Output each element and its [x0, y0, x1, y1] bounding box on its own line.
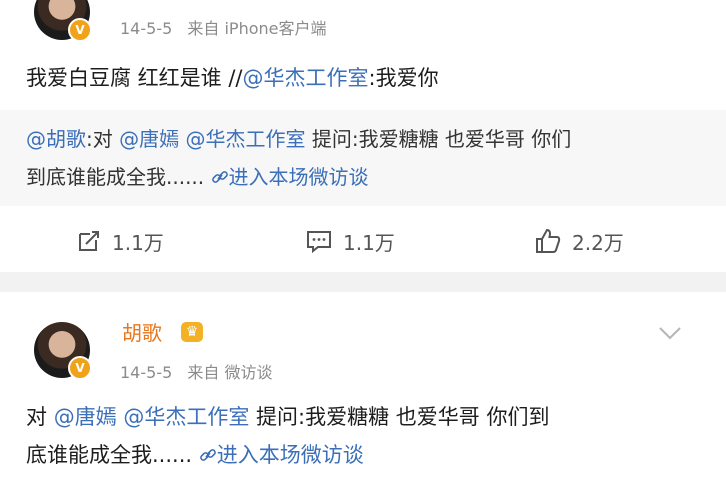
quoted-text-line-1: @胡歌:对 @唐嫣 @华杰工作室 提问:我爱糖糖 也爱华哥 你们 — [26, 120, 571, 158]
avatar[interactable]: V — [34, 0, 92, 42]
post-card-1: V 14-5-5 来自 iPhone客户端 我爱白豆腐 红红是谁 //@华杰工作… — [0, 0, 726, 272]
source: iPhone客户端 — [224, 19, 327, 38]
post-meta: 14-5-5 来自 微访谈 — [120, 359, 272, 383]
quoted-text-part: :对 — [86, 127, 120, 151]
mention-link[interactable]: @胡歌 — [26, 127, 86, 151]
link-icon — [211, 171, 228, 183]
like-button[interactable]: 2.2万 — [534, 225, 624, 257]
post-card-2: V 胡歌 ♛ 14-5-5 来自 微访谈 对 @唐嫣 @华杰工作室 提问:我爱糖… — [0, 292, 726, 494]
verified-badge-icon: V — [68, 356, 92, 380]
interview-link-label: 进入本场微访谈 — [216, 443, 364, 467]
timestamp: 14-5-5 — [120, 19, 173, 38]
post-text-part: 提问:我爱糖糖 也爱华哥 你们到 — [249, 405, 550, 429]
source-prefix: 来自 — [187, 363, 220, 382]
post-text-part: 底谁能成全我...... — [26, 443, 193, 467]
mention-link[interactable]: @唐嫣 — [54, 405, 117, 429]
action-bar: 1.1万 1.1万 2.2万 — [0, 210, 726, 270]
avatar[interactable]: V — [34, 322, 92, 380]
like-count: 2.2万 — [572, 230, 624, 255]
mention-link[interactable]: @华杰工作室 — [185, 127, 305, 151]
username[interactable]: 胡歌 — [122, 317, 162, 346]
verified-badge-icon: V — [68, 18, 92, 42]
quoted-text-line-2: 到底谁能成全我...... 进入本场微访谈 — [26, 158, 369, 196]
repost-button[interactable]: 1.1万 — [76, 225, 164, 257]
crown-vip-icon: ♛ — [181, 322, 203, 342]
source: 微访谈 — [224, 363, 273, 382]
comment-button[interactable]: 1.1万 — [305, 225, 395, 257]
post-text-part: :我爱你 — [368, 66, 439, 90]
repost-icon — [79, 231, 99, 251]
mention-link[interactable]: @唐嫣 — [119, 127, 179, 151]
interview-link[interactable]: 进入本场微访谈 — [199, 443, 364, 467]
comment-icon — [307, 231, 331, 254]
quoted-post[interactable]: @胡歌:对 @唐嫣 @华杰工作室 提问:我爱糖糖 也爱华哥 你们 到底谁能成全我… — [0, 110, 726, 206]
post-text: 我爱白豆腐 红红是谁 //@华杰工作室:我爱你 — [26, 59, 439, 97]
mention-link[interactable]: @华杰工作室 — [123, 405, 249, 429]
source-prefix: 来自 — [187, 19, 220, 38]
timestamp: 14-5-5 — [120, 363, 173, 382]
interview-link-label: 进入本场微访谈 — [228, 165, 369, 189]
chevron-down-icon[interactable] — [658, 326, 682, 340]
post-meta: 14-5-5 来自 iPhone客户端 — [120, 15, 326, 39]
post-text-part: 对 — [26, 405, 54, 429]
post-text-line-1: 对 @唐嫣 @华杰工作室 提问:我爱糖糖 也爱华哥 你们到 — [26, 398, 549, 436]
interview-link[interactable]: 进入本场微访谈 — [211, 165, 369, 189]
quoted-text-part: 提问:我爱糖糖 也爱华哥 你们 — [305, 127, 572, 151]
comment-count: 1.1万 — [343, 230, 395, 255]
repost-count: 1.1万 — [112, 230, 164, 255]
mention-link[interactable]: @华杰工作室 — [243, 66, 369, 90]
link-icon — [199, 449, 216, 461]
post-text-line-2: 底谁能成全我...... 进入本场微访谈 — [26, 436, 364, 474]
post-text-part: 我爱白豆腐 红红是谁 // — [26, 66, 243, 90]
quoted-text-part: 到底谁能成全我...... — [26, 165, 205, 189]
like-icon — [536, 228, 561, 253]
